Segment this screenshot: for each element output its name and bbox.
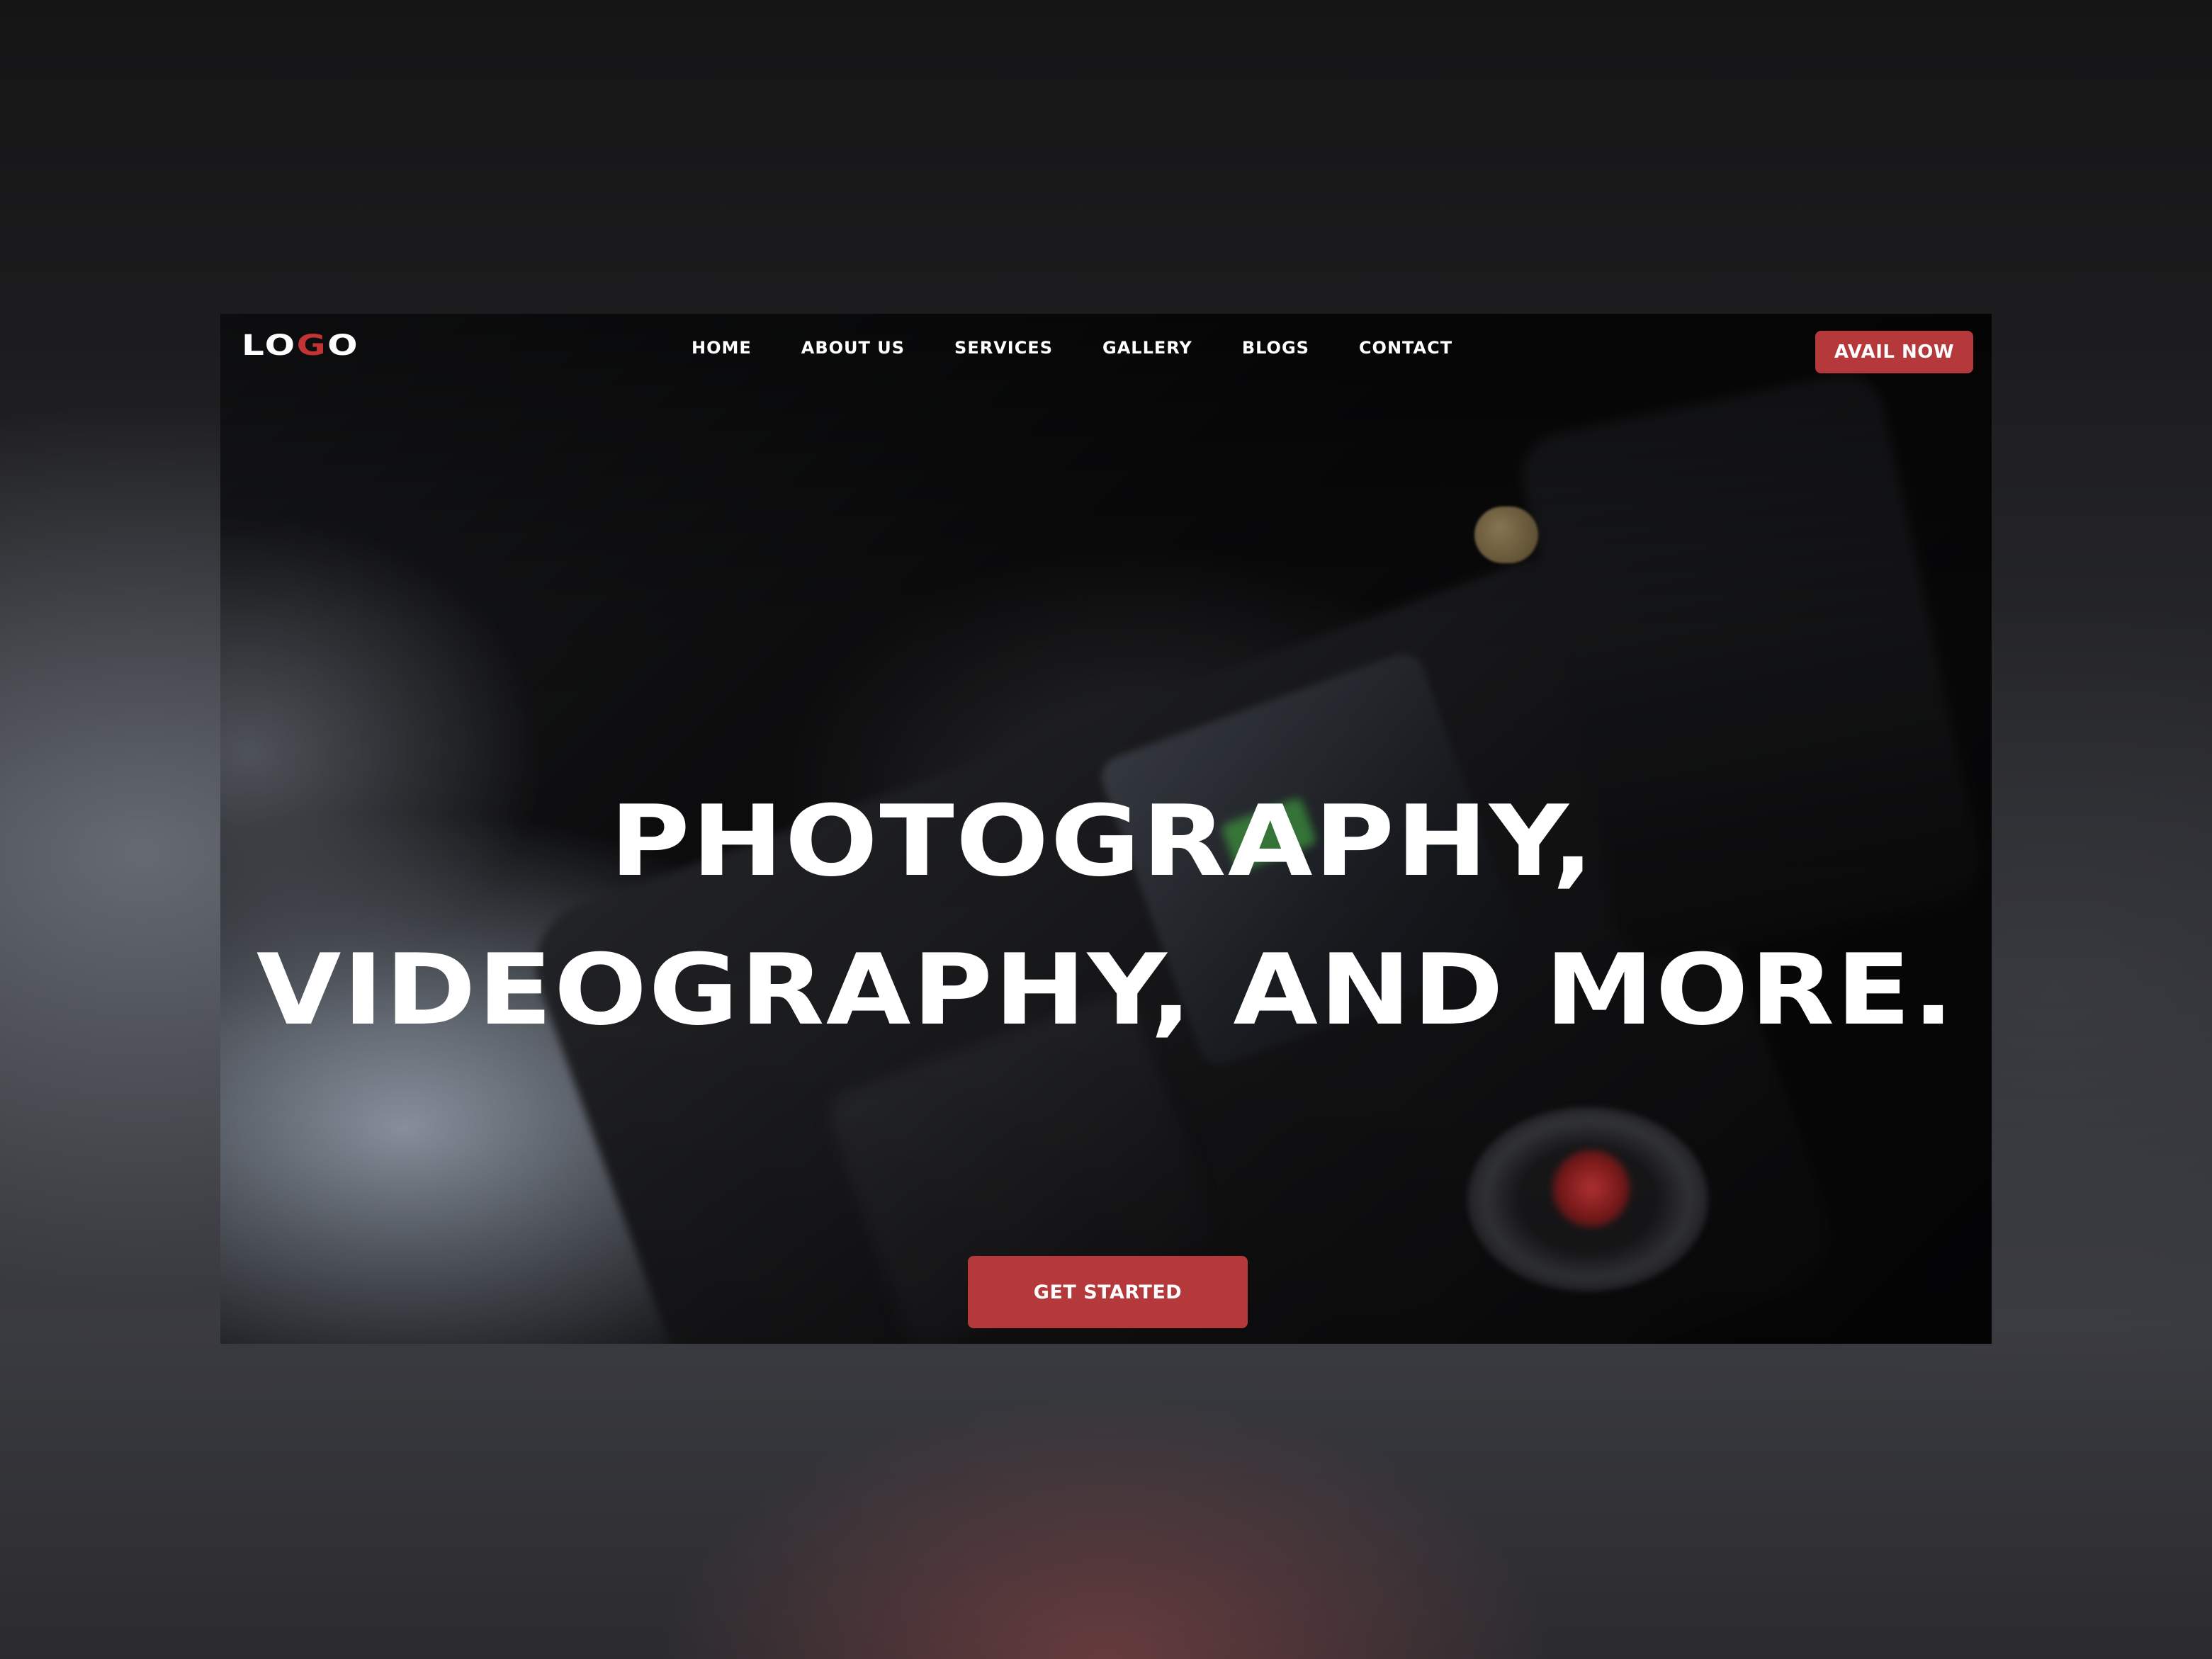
navbar: LOGO HOME ABOUT US SERVICES GALLERY BLOG…	[220, 314, 1992, 392]
nav-item-about-us[interactable]: ABOUT US	[801, 338, 905, 358]
logo-text-end: O	[327, 329, 360, 362]
nav-item-contact[interactable]: CONTACT	[1359, 338, 1452, 358]
get-started-button[interactable]: GET STARTED	[968, 1256, 1248, 1328]
presentation-background: LOGO HOME ABOUT US SERVICES GALLERY BLOG…	[0, 0, 2212, 1659]
hero-headline-line-2: VIDEOGRAPHY, AND MORE.	[256, 933, 1956, 1047]
nav-item-blogs[interactable]: BLOGS	[1242, 338, 1309, 358]
nav-item-services[interactable]: SERVICES	[954, 338, 1053, 358]
website-hero-frame: LOGO HOME ABOUT US SERVICES GALLERY BLOG…	[220, 314, 1992, 1344]
nav-item-home[interactable]: HOME	[692, 338, 752, 358]
logo-text-start: LO	[242, 329, 297, 362]
main-nav: HOME ABOUT US SERVICES GALLERY BLOGS CON…	[692, 338, 1502, 358]
nav-item-gallery[interactable]: GALLERY	[1102, 338, 1192, 358]
logo[interactable]: LOGO	[242, 329, 359, 362]
hero-headline: PHOTOGRAPHY, VIDEOGRAPHY, AND MORE.	[220, 767, 1992, 1065]
logo-text-accent: G	[296, 329, 328, 362]
avail-now-button[interactable]: AVAIL NOW	[1815, 331, 1973, 373]
hero-headline-line-1: PHOTOGRAPHY,	[609, 784, 1596, 898]
